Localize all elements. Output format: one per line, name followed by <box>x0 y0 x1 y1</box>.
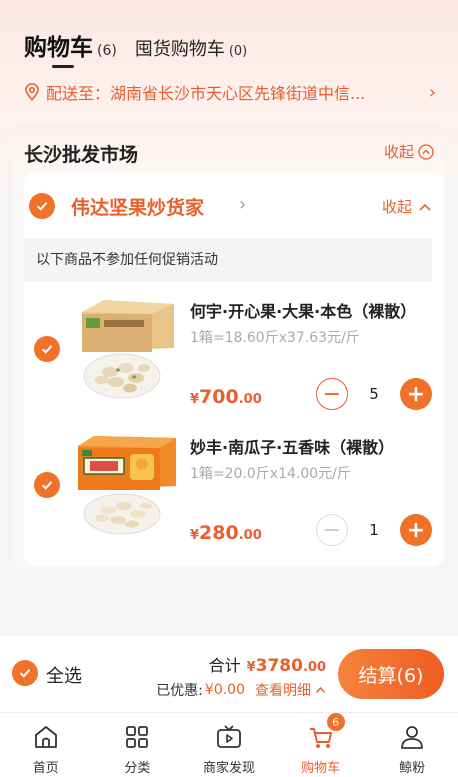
bottom-tab-bar: 首页 分类 商家发现 6 购物车 鲸粉 <box>0 712 458 777</box>
cart-header: 购物车 (6) 囤货购物车 (0) <box>24 28 248 68</box>
minus-icon: − <box>322 517 342 543</box>
total-decimal: .00 <box>302 660 326 675</box>
item-price: ¥ 280 .00 <box>190 522 262 544</box>
price-currency: ¥ <box>190 392 200 407</box>
market-collapse-label: 收起 <box>383 143 414 161</box>
total-integer: 3780 <box>255 656 303 676</box>
item-checkbox[interactable] <box>34 472 60 498</box>
tab-label: 鲸粉 <box>399 761 426 776</box>
tab-stock-count: (0) <box>228 44 248 59</box>
shop-collapse-label: 收起 <box>381 198 412 216</box>
price-integer: 280 <box>199 522 239 544</box>
promo-notice: 以下商品不参加任何促销活动 <box>24 238 432 282</box>
view-details-link[interactable]: 查看明细 <box>255 680 311 700</box>
chevron-up-icon <box>419 203 431 211</box>
quantity-stepper: − 5 + <box>316 378 432 410</box>
market-name: 长沙批发市场 <box>24 144 139 166</box>
select-all-label[interactable]: 全选 <box>46 662 82 688</box>
decrease-button[interactable]: − <box>316 514 348 546</box>
check-icon <box>19 669 31 678</box>
market-collapse-button[interactable]: 收起 <box>384 141 434 162</box>
minus-icon: − <box>322 381 342 407</box>
tab-merchant-discovery[interactable]: 商家发现 <box>183 713 275 777</box>
discount-value: ¥0.00 <box>204 682 245 698</box>
tab-category[interactable]: 分类 <box>92 713 184 777</box>
checkout-button[interactable]: 结算(6) <box>338 649 444 699</box>
item-spec: 1箱=20.0斤x14.00元/斤 <box>190 466 351 482</box>
total-label: 合计 <box>208 656 241 675</box>
select-all-checkbox[interactable] <box>12 660 38 686</box>
chevron-right-icon: › <box>428 81 436 103</box>
check-icon <box>36 202 48 211</box>
tab-fans[interactable]: 鲸粉 <box>366 713 458 777</box>
quantity-value[interactable]: 1 <box>348 521 400 539</box>
quantity-value[interactable]: 5 <box>348 385 400 403</box>
price-decimal: .00 <box>238 528 262 543</box>
tab-cart-underline <box>52 65 74 68</box>
tab-cart-nav[interactable]: 6 购物车 <box>275 713 367 777</box>
cart-item: 何宇·开心果·大果·本色（裸散） 1箱=18.60斤x37.63元/斤 ¥ 70… <box>24 292 444 422</box>
tab-stock-cart[interactable]: 囤货购物车 <box>135 35 225 61</box>
address-text: 配送至：湖南省长沙市天心区先锋街道中信... <box>46 84 366 103</box>
tab-label: 商家发现 <box>202 761 255 776</box>
price-decimal: .00 <box>238 392 262 407</box>
grid-icon <box>126 726 149 748</box>
item-checkbox[interactable] <box>34 336 60 362</box>
shop-checkbox[interactable] <box>29 193 55 219</box>
product-image-pumpkin-seed[interactable] <box>74 434 178 540</box>
total-currency: ¥ <box>246 660 256 675</box>
quantity-stepper: − 1 + <box>316 514 432 546</box>
item-spec: 1箱=18.60斤x37.63元/斤 <box>190 330 360 346</box>
price-integer: 700 <box>199 386 239 408</box>
tab-label: 购物车 <box>301 761 341 776</box>
home-icon <box>34 726 57 748</box>
cart-item: 妙丰·南瓜子·五香味（裸散） 1箱=20.0斤x14.00元/斤 ¥ 280 .… <box>24 428 444 558</box>
cart-count-badge: 6 <box>326 713 345 731</box>
person-icon <box>401 726 424 749</box>
delivery-address[interactable]: 配送至：湖南省长沙市天心区先锋街道中信... › <box>24 80 436 104</box>
shop-card: 伟达坚果炒货家 › 收起 以下商品不参加任何促销活动 何宇·开心果·大果·本色（… <box>24 172 444 566</box>
market-section: 长沙批发市场 收起 伟达坚果炒货家 › 收起 以下商品不参加任何促销活动 何宇·… <box>12 124 446 568</box>
location-pin-icon <box>25 83 39 101</box>
product-image-pistachio[interactable] <box>74 298 178 404</box>
chevron-up-icon <box>315 686 326 693</box>
tab-cart-label: 购物车 <box>24 35 93 61</box>
total-amount: 合计 ¥ 3780 .00 <box>209 652 326 676</box>
discount-line: 已优惠: ¥0.00 查看明细 <box>156 680 326 700</box>
shop-collapse-button[interactable]: 收起 <box>382 196 432 217</box>
shop-name[interactable]: 伟达坚果炒货家 <box>71 193 204 220</box>
decrease-button[interactable]: − <box>316 378 348 410</box>
item-price: ¥ 700 .00 <box>190 386 262 408</box>
tab-cart-count: (6) <box>97 43 117 59</box>
tab-label: 分类 <box>124 761 151 776</box>
tv-icon <box>217 725 241 748</box>
item-name[interactable]: 何宇·开心果·大果·本色（裸散） <box>190 298 432 322</box>
plus-icon: + <box>406 381 426 407</box>
tab-label: 首页 <box>32 761 59 776</box>
item-name[interactable]: 妙丰·南瓜子·五香味（裸散） <box>190 434 432 458</box>
discount-label: 已优惠: <box>156 683 203 699</box>
increase-button[interactable]: + <box>400 378 432 410</box>
tab-cart[interactable]: 购物车 <box>24 28 93 68</box>
plus-icon: + <box>406 517 426 543</box>
chevron-right-icon: › <box>239 194 247 215</box>
increase-button[interactable]: + <box>400 514 432 546</box>
tab-home[interactable]: 首页 <box>0 713 92 777</box>
price-currency: ¥ <box>190 528 200 543</box>
circle-chevron-up-icon <box>418 143 434 160</box>
check-icon <box>41 345 53 354</box>
checkout-bar: 全选 合计 ¥ 3780 .00 已优惠: ¥0.00 查看明细 结算(6) <box>0 636 458 712</box>
check-icon <box>41 481 53 490</box>
